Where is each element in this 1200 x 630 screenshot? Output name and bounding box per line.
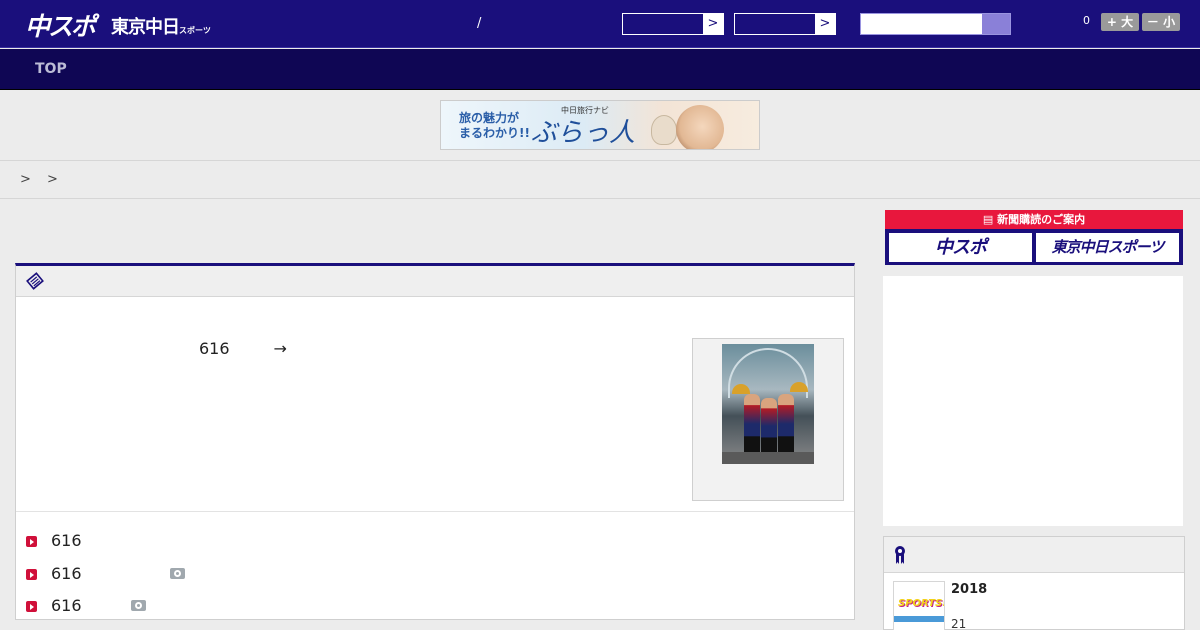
- newspaper-icon: [26, 272, 44, 290]
- date-separator: /: [477, 16, 482, 31]
- camera-icon: [170, 568, 185, 579]
- tokyo-chunichi-logo-small: スポーツ: [179, 26, 211, 35]
- banner-catch: 旅の魅力が まるわかり!!: [459, 111, 530, 141]
- global-nav: TOP: [0, 49, 1200, 90]
- font-bigger-button[interactable]: + 大: [1101, 13, 1139, 31]
- breadcrumb-area: > >: [0, 161, 1200, 199]
- subscribe-tokyo-chunichi-button[interactable]: 東京中日スポーツ: [1036, 233, 1179, 262]
- breadcrumb: > >: [20, 172, 64, 187]
- ribbon-icon: [895, 546, 905, 564]
- banner-catch-line-1: 旅の魅力が: [459, 111, 520, 125]
- font-smaller-button[interactable]: － 小: [1142, 13, 1180, 31]
- photo-stage: [722, 452, 814, 464]
- photo-person: [778, 394, 794, 454]
- bullet-arrow-icon: [26, 569, 37, 580]
- travel-navi-banner[interactable]: 旅の魅力が まるわかり!! 中日旅行ナビ ぶらっ人: [440, 100, 760, 150]
- ranking-header: [884, 537, 1184, 573]
- tokyo-chunichi-logo[interactable]: 東京中日スポーツ: [111, 13, 211, 39]
- site-header: 中スポ 東京中日スポーツ / > > 0 + 大 － 小: [0, 0, 1200, 48]
- related-link-label: 616: [51, 596, 82, 615]
- search-button[interactable]: [982, 14, 1010, 34]
- banner-catch-line-2: まるわかり!!: [459, 126, 530, 140]
- chevron-right-icon: >: [703, 14, 723, 34]
- subscription-header: ▤ 新聞購読のご案内: [885, 210, 1183, 229]
- photo-person: [744, 394, 760, 454]
- ranking-year[interactable]: 2018: [951, 582, 987, 597]
- category-select-1[interactable]: >: [622, 13, 724, 35]
- article-lead: 616 →: [199, 339, 287, 358]
- article-header: [16, 266, 854, 297]
- newspaper-icon: ▤: [982, 213, 998, 226]
- category-select-2[interactable]: >: [734, 13, 836, 35]
- banner-brand: ぶらっ人: [531, 118, 636, 148]
- ranking-number: 21: [951, 617, 967, 630]
- article-number: 616: [199, 339, 230, 358]
- ad-slot[interactable]: [883, 276, 1183, 526]
- arrow-right-icon: →: [273, 339, 287, 358]
- ranking-thumbnail-bar: [894, 616, 944, 622]
- tokyo-chunichi-logo-text: 東京中日: [111, 17, 180, 38]
- photo-person: [761, 398, 777, 454]
- ranking-panel: SPORTS!! 2018 21: [883, 536, 1185, 630]
- chevron-right-icon: >: [815, 14, 835, 34]
- subscribe-chuspo-button[interactable]: 中スポ: [889, 233, 1032, 262]
- article-photo[interactable]: [722, 344, 814, 464]
- shell-image: [651, 115, 677, 145]
- divider: [16, 511, 854, 512]
- article-panel: 616 → 616 616 616: [15, 263, 855, 620]
- subscription-box: ▤ 新聞購読のご案内 中スポ 東京中日スポーツ: [885, 210, 1183, 265]
- font-size-count: 0: [1083, 14, 1090, 27]
- bullet-arrow-icon: [26, 536, 37, 547]
- chuspo-logo[interactable]: 中スポ: [25, 7, 96, 43]
- ranking-thumbnail-text: SPORTS!!: [898, 598, 944, 609]
- woman-photo: [676, 105, 724, 149]
- subscription-header-text: 新聞購読のご案内: [997, 213, 1086, 226]
- nav-item-top[interactable]: TOP: [35, 61, 67, 77]
- article-photo-frame: [692, 338, 844, 501]
- camera-icon: [131, 600, 146, 611]
- related-link-label: 616: [51, 564, 82, 583]
- bullet-arrow-icon: [26, 601, 37, 612]
- ranking-thumbnail[interactable]: SPORTS!!: [893, 581, 945, 630]
- related-link-label: 616: [51, 531, 82, 550]
- search-input[interactable]: [860, 13, 1011, 35]
